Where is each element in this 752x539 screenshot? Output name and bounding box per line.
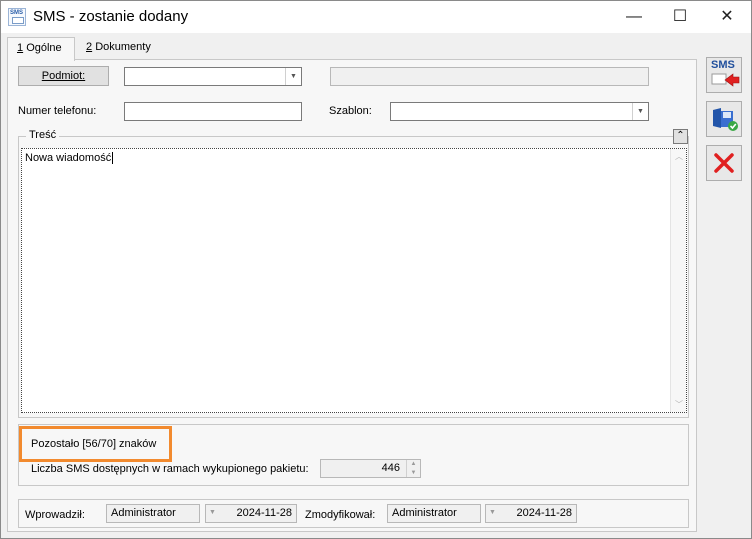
spin-up-icon: ▲ [410, 461, 417, 467]
scroll-up-icon[interactable]: ︿ [671, 151, 687, 162]
chevron-down-icon: ▼ [489, 509, 496, 516]
title-bar: SMS SMS - zostanie dodany — ☐ ✕ [1, 1, 751, 33]
modified-by-label: Zmodyfikował: [305, 509, 376, 521]
entered-date: ▼ 2024-11-28 [205, 504, 297, 523]
close-icon: ✕ [720, 8, 734, 25]
tresc-label: Treść [26, 129, 60, 141]
entered-by-user: Administrator [106, 504, 200, 523]
tab-ogolne[interactable]: 1 Ogólne [7, 37, 75, 61]
minimize-icon: — [626, 8, 642, 25]
minimize-button[interactable]: — [611, 1, 657, 33]
sms-window: SMS SMS - zostanie dodany — ☐ ✕ 1 Ogólne… [0, 0, 752, 539]
tab-dokumenty[interactable]: 2 Dokumenty [77, 37, 155, 60]
cancel-button[interactable] [706, 145, 742, 181]
podmiot-name-field [330, 67, 649, 86]
maximize-button[interactable]: ☐ [657, 1, 703, 33]
entered-by-label: Wprowadził: [25, 509, 85, 521]
phone-label: Numer telefonu: [18, 105, 97, 117]
maximize-icon: ☐ [672, 8, 688, 25]
chevron-down-icon[interactable]: ▼ [632, 103, 648, 120]
podmiot-button[interactable]: Podmiot: [18, 66, 109, 86]
message-textarea[interactable]: Nowa wiadomość ︿ ﹀ [21, 148, 687, 413]
spin-buttons: ▲ ▼ [406, 460, 420, 477]
szablon-combo[interactable]: ▼ [390, 102, 649, 121]
cancel-x-icon [714, 153, 734, 173]
szablon-label: Szablon: [329, 105, 372, 117]
modified-by-user: Administrator [387, 504, 481, 523]
modified-date: ▼ 2024-11-28 [485, 504, 577, 523]
phone-input[interactable] [124, 102, 302, 121]
scroll-down-icon[interactable]: ﹀ [671, 399, 687, 410]
close-button[interactable]: ✕ [704, 1, 750, 33]
sms-available-label: Liczba SMS dostępnych w ramach wykupione… [31, 463, 309, 475]
send-sms-button[interactable]: SMS [706, 57, 742, 93]
message-scrollbar[interactable]: ︿ ﹀ [670, 149, 686, 412]
spin-down-icon: ▼ [410, 469, 417, 476]
double-chevron-up-icon: ⌃ [676, 130, 685, 141]
save-disk-icon [713, 108, 738, 131]
window-title: SMS - zostanie dodany [33, 8, 189, 25]
collapse-button[interactable]: ⌃ [673, 129, 688, 144]
save-button[interactable] [706, 101, 742, 137]
chevron-down-icon: ▼ [209, 509, 216, 516]
remaining-chars-highlight [19, 426, 172, 462]
chevron-down-icon[interactable]: ▼ [285, 68, 301, 85]
sms-available-field: 446 ▲ ▼ [320, 459, 421, 478]
sms-app-icon: SMS [8, 8, 26, 26]
podmiot-combo[interactable]: ▼ [124, 67, 302, 86]
